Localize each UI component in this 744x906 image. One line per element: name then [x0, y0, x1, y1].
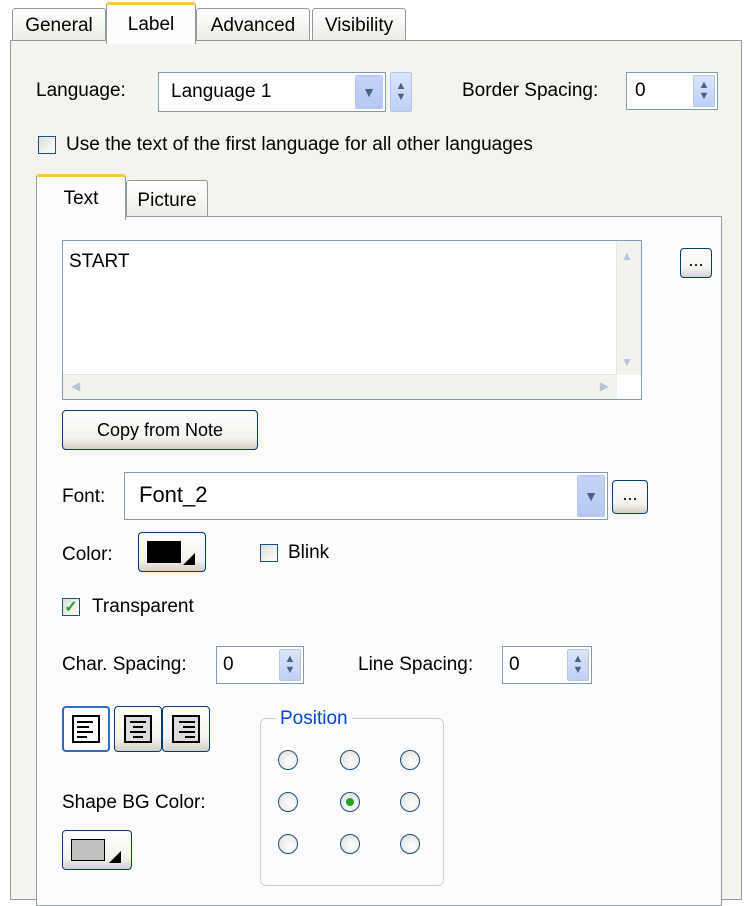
position-middle-left-radio[interactable] — [278, 792, 298, 812]
align-center-button[interactable] — [114, 706, 162, 752]
shape-bg-color-button[interactable] — [62, 830, 132, 870]
spin-down-icon[interactable]: ▼ — [396, 92, 407, 103]
scroll-up-icon[interactable]: ▲ — [621, 249, 633, 263]
color-picker-button[interactable] — [138, 532, 206, 572]
language-spinner[interactable]: ▲ ▼ — [390, 72, 412, 112]
char-spacing-value: 0 — [223, 654, 234, 675]
char-spacing-spinner[interactable]: ▲ ▼ — [279, 649, 301, 681]
spin-down-icon[interactable]: ▼ — [285, 665, 296, 676]
align-center-icon — [124, 715, 152, 743]
language-label: Language: — [36, 80, 126, 101]
color-label: Color: — [62, 544, 113, 565]
position-top-center-radio[interactable] — [340, 750, 360, 770]
use-first-language-checkbox[interactable] — [38, 136, 56, 154]
position-bottom-center-radio[interactable] — [340, 834, 360, 854]
tab-picture[interactable]: Picture — [126, 180, 208, 220]
scroll-left-icon[interactable]: ◀ — [71, 379, 80, 393]
spin-down-icon[interactable]: ▼ — [573, 665, 584, 676]
line-spacing-label: Line Spacing: — [358, 654, 474, 675]
vertical-scrollbar[interactable]: ▲ ▼ — [616, 241, 641, 375]
font-settings-button[interactable]: ... — [612, 480, 648, 514]
tab-advanced[interactable]: Advanced — [196, 8, 310, 42]
border-spacing-value: 0 — [635, 80, 646, 101]
color-swatch — [147, 541, 181, 563]
chevron-down-icon[interactable]: ▼ — [355, 75, 383, 109]
text-editor-button[interactable]: ... — [680, 248, 712, 278]
align-left-icon — [72, 715, 100, 743]
checkmark-icon: ✓ — [64, 599, 78, 616]
bg-color-swatch — [71, 839, 105, 861]
transparent-label: Transparent — [92, 596, 194, 617]
dropdown-corner-icon — [183, 553, 195, 565]
line-spacing-value: 0 — [509, 654, 520, 675]
position-middle-right-radio[interactable] — [400, 792, 420, 812]
align-right-button[interactable] — [162, 706, 210, 752]
blink-label: Blink — [288, 542, 330, 563]
line-spacing-field[interactable]: 0 ▲ ▼ — [502, 646, 592, 684]
border-spacing-label: Border Spacing: — [462, 80, 599, 101]
border-spacing-spinner[interactable]: ▲ ▼ — [693, 75, 715, 107]
position-label: Position — [276, 708, 352, 730]
tab-visibility[interactable]: Visibility — [312, 8, 406, 42]
spin-down-icon[interactable]: ▼ — [699, 91, 710, 102]
position-top-left-radio[interactable] — [278, 750, 298, 770]
position-bottom-left-radio[interactable] — [278, 834, 298, 854]
font-select[interactable]: Font_2 ▼ — [124, 472, 608, 520]
language-value: Language 1 — [171, 81, 272, 102]
align-right-icon — [172, 715, 200, 743]
position-bottom-right-radio[interactable] — [400, 834, 420, 854]
border-spacing-field[interactable]: 0 ▲ ▼ — [626, 72, 718, 110]
horizontal-scrollbar[interactable]: ◀ ▶ — [63, 374, 617, 399]
line-spacing-spinner[interactable]: ▲ ▼ — [567, 649, 589, 681]
dropdown-corner-icon — [109, 851, 121, 863]
tab-general[interactable]: General — [12, 8, 106, 42]
transparent-checkbox[interactable]: ✓ — [62, 598, 80, 616]
shape-bg-color-label: Shape BG Color: — [62, 792, 206, 813]
copy-from-note-button[interactable]: Copy from Note — [62, 410, 258, 450]
scroll-down-icon[interactable]: ▼ — [621, 355, 633, 369]
blink-checkbox[interactable] — [260, 544, 278, 562]
position-top-right-radio[interactable] — [400, 750, 420, 770]
language-select[interactable]: Language 1 ▼ — [158, 72, 386, 112]
chevron-down-icon[interactable]: ▼ — [577, 475, 605, 517]
tab-text[interactable]: Text — [36, 174, 126, 220]
label-text-value: START — [69, 251, 130, 272]
position-middle-center-radio[interactable] — [340, 792, 360, 812]
char-spacing-label: Char. Spacing: — [62, 654, 187, 675]
char-spacing-field[interactable]: 0 ▲ ▼ — [216, 646, 304, 684]
tab-label[interactable]: Label — [106, 2, 196, 44]
scroll-right-icon[interactable]: ▶ — [600, 379, 609, 393]
font-label: Font: — [62, 486, 106, 507]
label-text-area[interactable]: START ▲ ▼ ◀ ▶ — [62, 240, 642, 400]
use-first-language-label: Use the text of the first language for a… — [66, 134, 533, 155]
font-value: Font_2 — [139, 482, 208, 507]
align-left-button[interactable] — [62, 706, 110, 752]
